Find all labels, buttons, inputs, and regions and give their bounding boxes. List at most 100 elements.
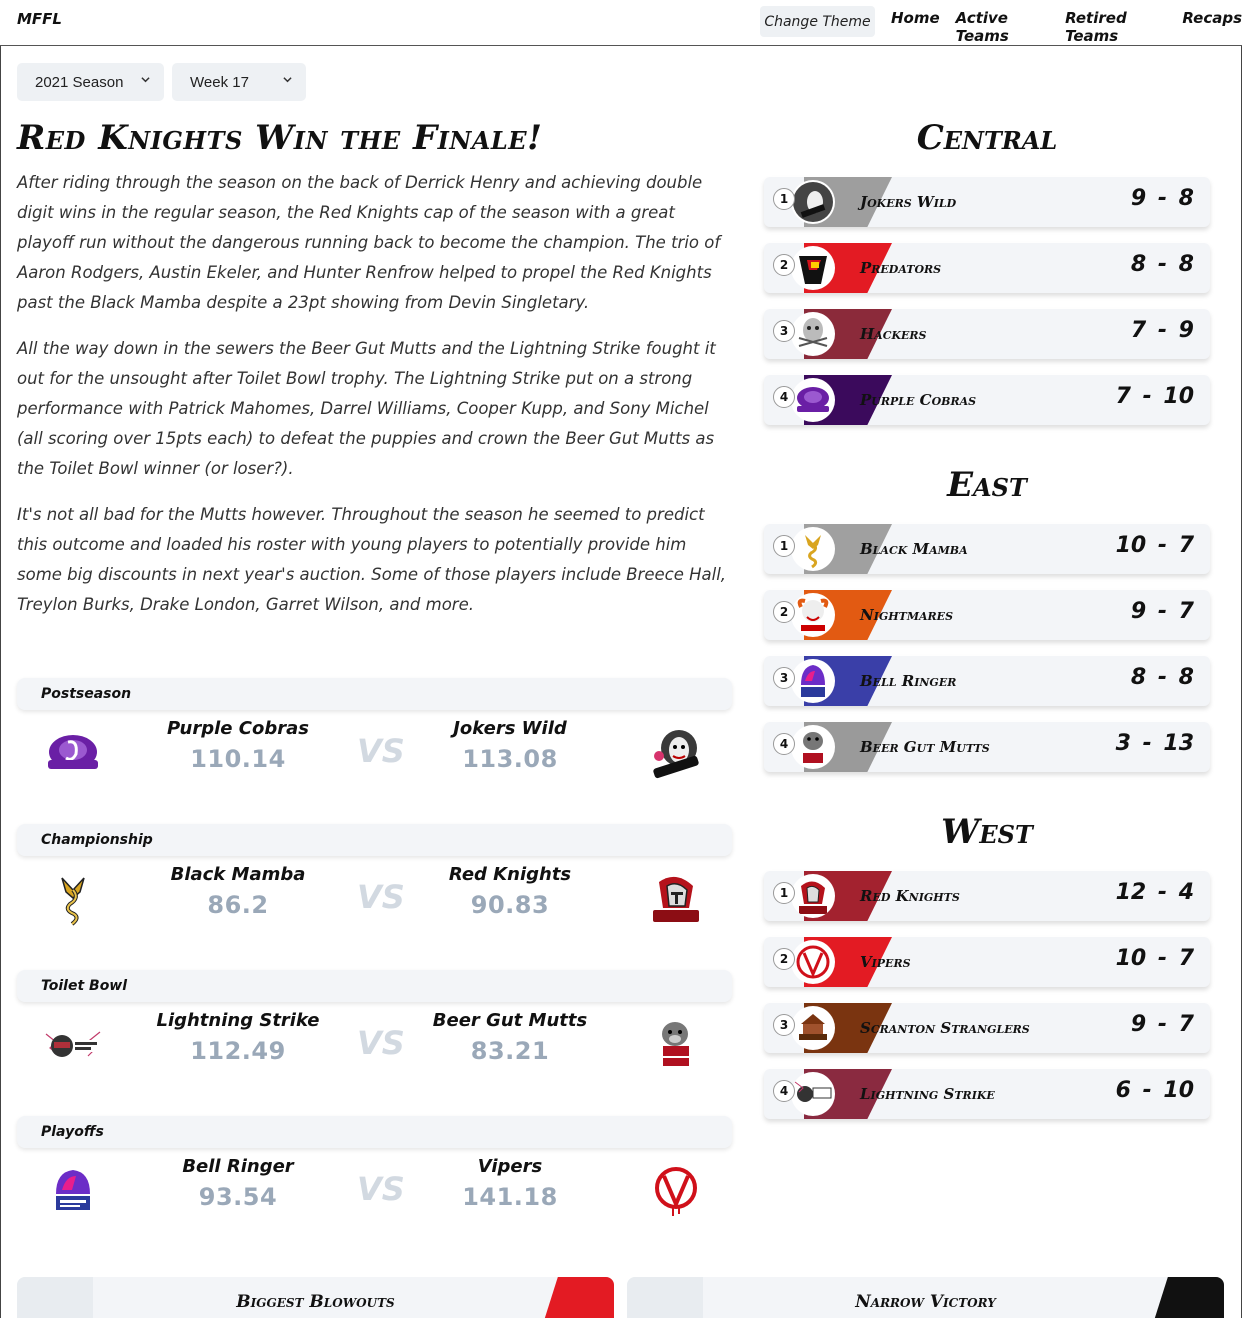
team-record: 7 - 9	[1130, 318, 1194, 343]
matchup-row[interactable]: Purple Cobras 110.14 VS Jokers Wild 113.…	[17, 710, 732, 810]
standings-row[interactable]: 4 Beer Gut Mutts 3 - 13	[764, 722, 1210, 772]
top-navbar: MFFL Change Theme Home Active Teams Reti…	[0, 0, 1242, 46]
team-score: 112.49	[190, 1037, 286, 1065]
vipers-logo-icon	[791, 940, 835, 984]
division-title-east: East	[947, 465, 1027, 505]
team-name: Jokers Wild	[453, 718, 567, 739]
team-name: Lightning Strike	[860, 1085, 995, 1103]
team-name: Purple Cobras	[860, 391, 977, 409]
team-score: 93.54	[198, 1183, 278, 1211]
away-team[interactable]: Jokers Wild 113.08	[400, 718, 620, 773]
standings-row[interactable]: 1 Jokers Wild 9 - 8	[764, 177, 1210, 227]
vs-label: VS	[357, 732, 405, 770]
standings-row[interactable]: 2 Vipers 10 - 7	[764, 937, 1210, 987]
season-select[interactable]: 2021 Season	[17, 63, 164, 101]
scranton-stranglers-logo-icon	[791, 1006, 835, 1050]
change-theme-button[interactable]: Change Theme	[760, 6, 875, 37]
chevron-down-icon	[283, 77, 292, 83]
matchup-row[interactable]: Black Mamba 86.2 VS Red Knights 90.83	[17, 856, 732, 956]
matchup-label: Postseason	[17, 678, 732, 710]
standings-row[interactable]: 2 Nightmares 9 - 7	[764, 590, 1210, 640]
team-record: 6 - 10	[1115, 1078, 1194, 1103]
seed-badge: 1	[773, 188, 795, 210]
standings-row[interactable]: 2 Predators 8 - 8	[764, 243, 1210, 293]
seed-badge: 1	[773, 535, 795, 557]
matchup-row[interactable]: Lightning Strike 112.49 VS Beer Gut Mutt…	[17, 1002, 732, 1102]
team-name: Purple Cobras	[167, 718, 309, 739]
seed-badge: 4	[773, 386, 795, 408]
hackers-logo-icon	[791, 312, 835, 356]
purple-cobras-logo-icon	[48, 735, 98, 769]
standings-row[interactable]: 3 Bell Ringer 8 - 8	[764, 656, 1210, 706]
red-knights-logo-icon	[791, 874, 835, 918]
standings-row[interactable]: 4 Lightning Strike 6 - 10	[764, 1069, 1210, 1119]
standings-row[interactable]: 4 Purple Cobras 7 - 10	[764, 375, 1210, 425]
away-team[interactable]: Vipers 141.18	[400, 1156, 620, 1211]
lightning-strike-logo-icon	[45, 1031, 101, 1057]
team-name: Bell Ringer	[182, 1156, 294, 1177]
team-record: 9 - 7	[1130, 599, 1194, 624]
narrow-victory-card[interactable]: Narrow Victory	[627, 1277, 1224, 1318]
standings-row[interactable]: 1 Red Knights 12 - 4	[764, 871, 1210, 921]
team-name: Beer Gut Mutts	[432, 1010, 588, 1031]
team-name: Black Mamba	[860, 540, 968, 558]
vipers-logo-icon	[655, 1167, 697, 1216]
vs-label: VS	[357, 1170, 405, 1208]
card-title: Biggest Blowouts	[236, 1292, 395, 1312]
team-name: Red Knights	[448, 864, 572, 885]
team-name: Beer Gut Mutts	[860, 738, 990, 756]
recap-paragraph: All the way down in the sewers the Beer …	[17, 339, 716, 478]
seed-badge: 1	[773, 882, 795, 904]
matchup-row[interactable]: Bell Ringer 93.54 VS Vipers 141.18	[17, 1148, 732, 1248]
matchup-card: Championship Black Mamba 86.2 VS Red Kni…	[17, 824, 732, 956]
home-team[interactable]: Lightning Strike 112.49	[128, 1010, 348, 1065]
predators-logo-icon	[791, 246, 835, 290]
recap-paragraph: After riding through the season on the b…	[17, 173, 721, 312]
week-select[interactable]: Week 17	[172, 63, 306, 101]
week-select-value: Week 17	[190, 73, 249, 91]
team-name: Predators	[860, 259, 942, 277]
brand-logo[interactable]: MFFL	[17, 10, 62, 28]
division-title-west: West	[941, 812, 1033, 852]
bell-ringer-logo-icon	[56, 1170, 90, 1210]
bell-ringer-logo-icon	[791, 659, 835, 703]
recap-paragraph: It's not all bad for the Mutts however. …	[17, 505, 727, 614]
home-team[interactable]: Purple Cobras 110.14	[128, 718, 348, 773]
seed-badge: 2	[773, 948, 795, 970]
chevron-down-icon	[141, 77, 150, 83]
away-team[interactable]: Red Knights 90.83	[400, 864, 620, 919]
matchup-card: Toilet Bowl Lightning Strike 112.49 VS B…	[17, 970, 732, 1102]
matchup-label: Playoffs	[17, 1116, 732, 1148]
standings-row[interactable]: 3 Hackers 7 - 9	[764, 309, 1210, 359]
team-score: 83.21	[470, 1037, 550, 1065]
black-mamba-logo-icon	[61, 877, 85, 926]
matchup-label: Toilet Bowl	[17, 970, 732, 1002]
standings-row[interactable]: 1 Black Mamba 10 - 7	[764, 524, 1210, 574]
team-record: 8 - 8	[1130, 665, 1194, 690]
standings-row[interactable]: 3 Scranton Stranglers 9 - 7	[764, 1003, 1210, 1053]
nav-link-home[interactable]: Home	[891, 9, 940, 45]
nav-link-active-teams[interactable]: Active Teams	[956, 9, 1049, 45]
team-name: Lightning Strike	[156, 1010, 320, 1031]
nav-link-recaps[interactable]: Recaps	[1182, 9, 1242, 45]
matchup-label: Championship	[17, 824, 732, 856]
team-score: 113.08	[462, 745, 558, 773]
team-record: 9 - 7	[1130, 1012, 1194, 1037]
home-team[interactable]: Bell Ringer 93.54	[128, 1156, 348, 1211]
seed-badge: 4	[773, 733, 795, 755]
recap-headline: Red Knights Win the Finale!	[17, 118, 543, 158]
home-team[interactable]: Black Mamba 86.2	[128, 864, 348, 919]
matchup-card: Playoffs Bell Ringer 93.54 VS Vipers 141…	[17, 1116, 732, 1248]
nav-links: Home Active Teams Retired Teams Recaps	[891, 9, 1242, 45]
team-score: 141.18	[462, 1183, 558, 1211]
nav-link-retired-teams[interactable]: Retired Teams	[1065, 9, 1166, 45]
away-team[interactable]: Beer Gut Mutts 83.21	[400, 1010, 620, 1065]
team-record: 3 - 13	[1115, 731, 1194, 756]
team-record: 9 - 8	[1130, 186, 1194, 211]
lightning-strike-logo-icon	[791, 1072, 835, 1116]
team-record: 7 - 10	[1115, 384, 1194, 409]
team-color-corner	[1152, 1277, 1224, 1318]
biggest-blowouts-card[interactable]: Biggest Blowouts	[17, 1277, 614, 1318]
matchup-card: Postseason Purple Cobras 110.14 VS Joker…	[17, 678, 732, 810]
seed-badge: 3	[773, 320, 795, 342]
